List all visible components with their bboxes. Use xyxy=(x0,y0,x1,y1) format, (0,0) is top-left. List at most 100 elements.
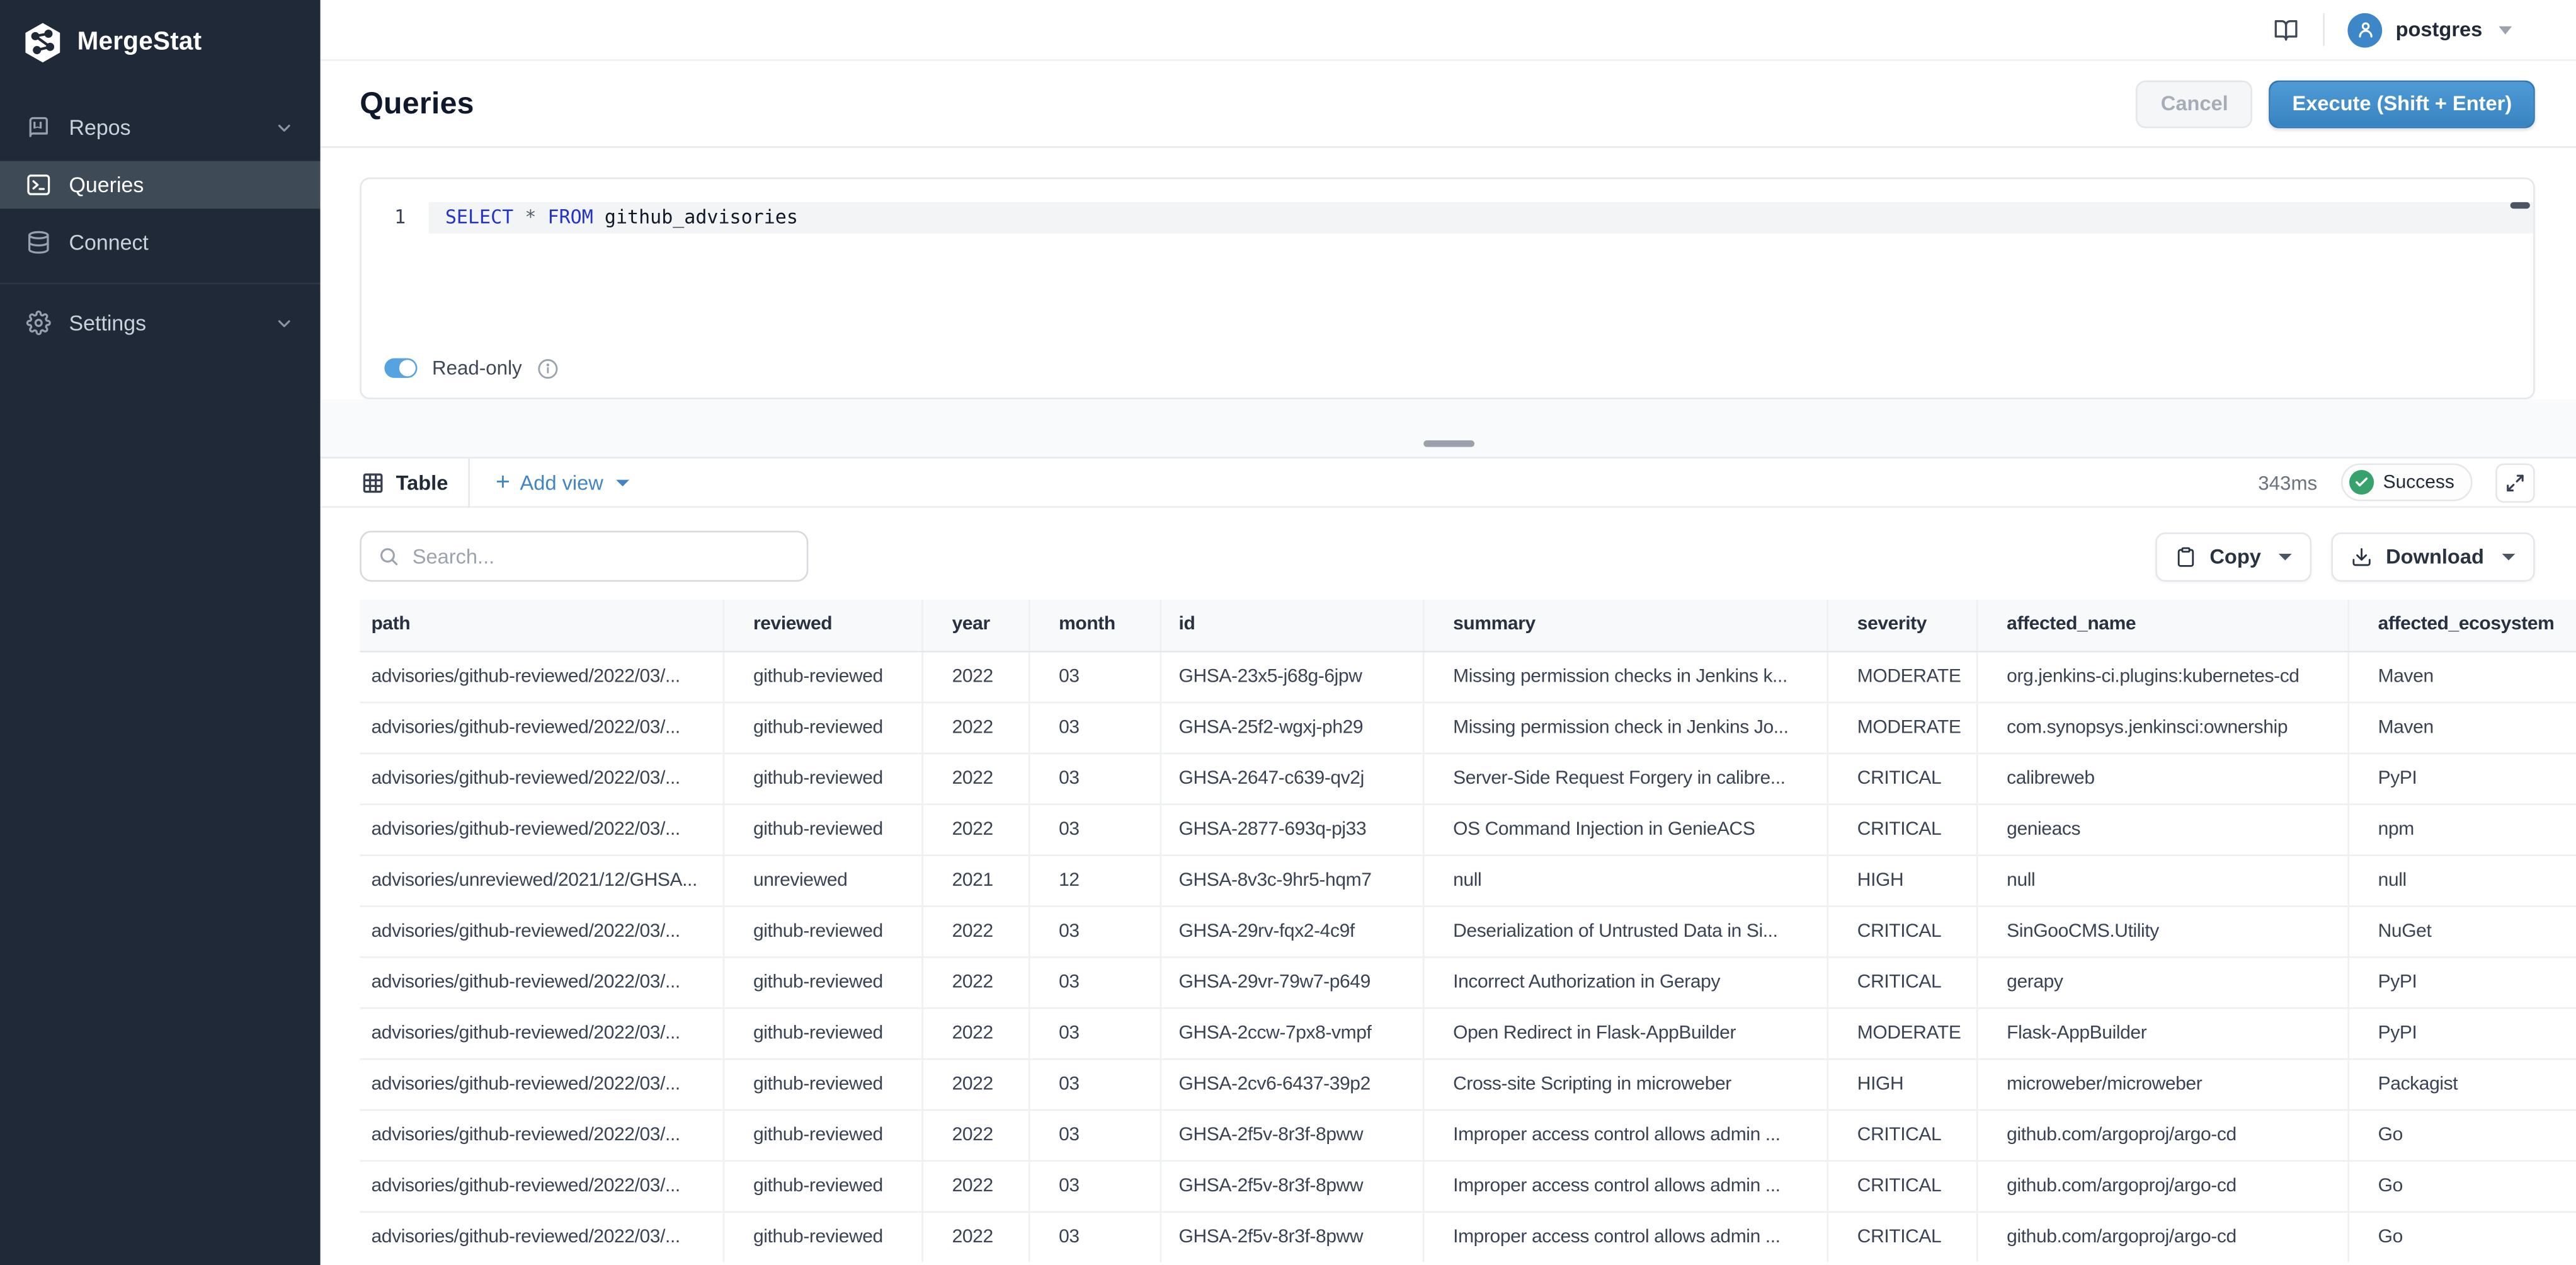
table-cell: null xyxy=(1976,854,2347,905)
table-cell: com.synopsys.jenkinsci:ownership xyxy=(1976,702,2347,753)
table-cell: advisories/github-reviewed/2022/03/... xyxy=(360,702,722,753)
terminal-icon xyxy=(26,173,51,197)
table-cell: 2022 xyxy=(921,804,1029,855)
editor-scrollbar-thumb[interactable] xyxy=(2510,202,2530,209)
table-cell: github.com/argoproj/argo-cd xyxy=(1976,1211,2347,1262)
expand-button[interactable] xyxy=(2495,462,2535,502)
table-cell: advisories/github-reviewed/2022/03/... xyxy=(360,1007,722,1058)
sidebar-item-connect[interactable]: Connect xyxy=(0,219,321,266)
table-cell: Improper access control allows admin ... xyxy=(1423,1160,1827,1211)
copy-caret-icon xyxy=(2279,553,2293,559)
table-cell: HIGH xyxy=(1827,1058,1976,1109)
table-row: advisories/github-reviewed/2022/03/...gi… xyxy=(360,702,2576,753)
table-cell: github-reviewed xyxy=(723,702,922,753)
table-cell: 2022 xyxy=(921,905,1029,956)
table-cell: GHSA-8v3c-9hr5-hqm7 xyxy=(1160,854,1423,905)
table-cell: Missing permission checks in Jenkins k..… xyxy=(1423,651,1827,702)
table-cell: github-reviewed xyxy=(723,651,922,702)
table-cell: 12 xyxy=(1029,854,1160,905)
table-cell: 03 xyxy=(1029,1211,1160,1262)
cancel-button[interactable]: Cancel xyxy=(2136,80,2253,128)
table-row: advisories/github-reviewed/2022/03/...gi… xyxy=(360,1211,2576,1262)
table-cell: github-reviewed xyxy=(723,1160,922,1211)
table-cell: GHSA-2647-c639-qv2j xyxy=(1160,753,1423,804)
docs-book-icon[interactable] xyxy=(2272,17,2300,42)
execute-button[interactable]: Execute (Shift + Enter) xyxy=(2269,80,2535,128)
table-cell: Improper access control allows admin ... xyxy=(1423,1109,1827,1160)
sidebar-item-settings[interactable]: Settings xyxy=(0,299,321,347)
toggle-knob xyxy=(399,360,415,376)
mergestat-logo-icon xyxy=(23,21,63,64)
sql-keyword: FROM xyxy=(548,205,593,229)
table-row: advisories/github-reviewed/2022/03/...gi… xyxy=(360,1160,2576,1211)
table-cell: advisories/github-reviewed/2022/03/... xyxy=(360,1211,722,1262)
code-area[interactable]: 1 SELECT * FROM github_advisories xyxy=(362,179,2533,233)
readonly-toggle[interactable] xyxy=(384,358,417,379)
table-cell: 03 xyxy=(1029,1109,1160,1160)
table-cell: GHSA-23x5-j68g-6jpw xyxy=(1160,651,1423,702)
table-cell: Maven xyxy=(2347,651,2576,702)
sql-editor[interactable]: 1 SELECT * FROM github_advisories Read-o… xyxy=(360,178,2535,399)
copy-button[interactable]: Copy xyxy=(2155,532,2311,581)
logo[interactable]: MergeStat xyxy=(0,0,321,64)
table-cell: microweber/microweber xyxy=(1976,1058,2347,1109)
table-cell: advisories/github-reviewed/2022/03/... xyxy=(360,956,722,1007)
table-cell: 2022 xyxy=(921,1058,1029,1109)
table-cell: GHSA-2f5v-8r3f-8pww xyxy=(1160,1160,1423,1211)
search-box[interactable] xyxy=(360,531,808,582)
sql-text: SELECT * FROM github_advisories xyxy=(429,202,2533,234)
table-cell: Go xyxy=(2347,1160,2576,1211)
status-badge: Success xyxy=(2340,464,2473,501)
table-row: advisories/unreviewed/2021/12/GHSA...unr… xyxy=(360,854,2576,905)
table-cell: GHSA-2cv6-6437-39p2 xyxy=(1160,1058,1423,1109)
table-cell: advisories/github-reviewed/2022/03/... xyxy=(360,1109,722,1160)
table-cell: github-reviewed xyxy=(723,1211,922,1262)
column-header-month: month xyxy=(1029,600,1160,651)
topbar: postgres xyxy=(321,0,2576,61)
sidebar: MergeStat Repos Queries xyxy=(0,0,321,1265)
sidebar-item-repos[interactable]: Repos xyxy=(0,103,321,151)
table-cell: GHSA-2ccw-7px8-vmpf xyxy=(1160,1007,1423,1058)
results-table-container[interactable]: pathreviewedyearmonthidsummaryseverityaf… xyxy=(360,600,2576,1265)
table-cell: HIGH xyxy=(1827,854,1976,905)
status-label: Success xyxy=(2383,472,2454,492)
table-cell: 03 xyxy=(1029,702,1160,753)
table-cell: Deserialization of Untrusted Data in Si.… xyxy=(1423,905,1827,956)
topbar-divider xyxy=(2323,13,2325,46)
table-cell: github-reviewed xyxy=(723,905,922,956)
sidebar-item-label: Queries xyxy=(69,173,294,197)
table-cell: github-reviewed xyxy=(723,753,922,804)
info-icon[interactable] xyxy=(537,357,558,379)
results-table-body: advisories/github-reviewed/2022/03/...gi… xyxy=(360,651,2576,1262)
avatar[interactable] xyxy=(2348,13,2383,47)
screen: MergeStat Repos Queries xyxy=(0,0,2576,1265)
table-cell: CRITICAL xyxy=(1827,956,1976,1007)
table-cell: org.jenkins-ci.plugins:kubernetes-cd xyxy=(1976,651,2347,702)
column-header-id: id xyxy=(1160,600,1423,651)
download-button[interactable]: Download xyxy=(2332,532,2535,581)
add-view-button[interactable]: + Add view xyxy=(496,470,630,495)
table-cell: Flask-AppBuilder xyxy=(1976,1007,2347,1058)
results-table-head-row: pathreviewedyearmonthidsummaryseverityaf… xyxy=(360,600,2576,651)
tab-table[interactable]: Table xyxy=(360,457,469,507)
table-cell: Maven xyxy=(2347,702,2576,753)
table-cell: SinGooCMS.Utility xyxy=(1976,905,2347,956)
table-cell: GHSA-2f5v-8r3f-8pww xyxy=(1160,1109,1423,1160)
database-icon xyxy=(26,230,51,255)
sidebar-item-label: Connect xyxy=(69,230,294,255)
resize-drag-handle[interactable] xyxy=(1423,440,1474,447)
sidebar-item-queries[interactable]: Queries xyxy=(0,161,321,209)
table-row: advisories/github-reviewed/2022/03/...gi… xyxy=(360,1109,2576,1160)
column-header-severity: severity xyxy=(1827,600,1976,651)
logo-text: MergeStat xyxy=(77,28,202,57)
success-check-icon xyxy=(2349,470,2373,495)
username[interactable]: postgres xyxy=(2396,18,2483,42)
table-cell: null xyxy=(2347,854,2576,905)
table-cell: 03 xyxy=(1029,1058,1160,1109)
table-cell: advisories/github-reviewed/2022/03/... xyxy=(360,905,722,956)
user-menu-caret-icon[interactable] xyxy=(2499,25,2512,33)
table-cell: github-reviewed xyxy=(723,1109,922,1160)
table-cell: 2022 xyxy=(921,702,1029,753)
table-cell: genieacs xyxy=(1976,804,2347,855)
search-input[interactable] xyxy=(413,545,790,568)
